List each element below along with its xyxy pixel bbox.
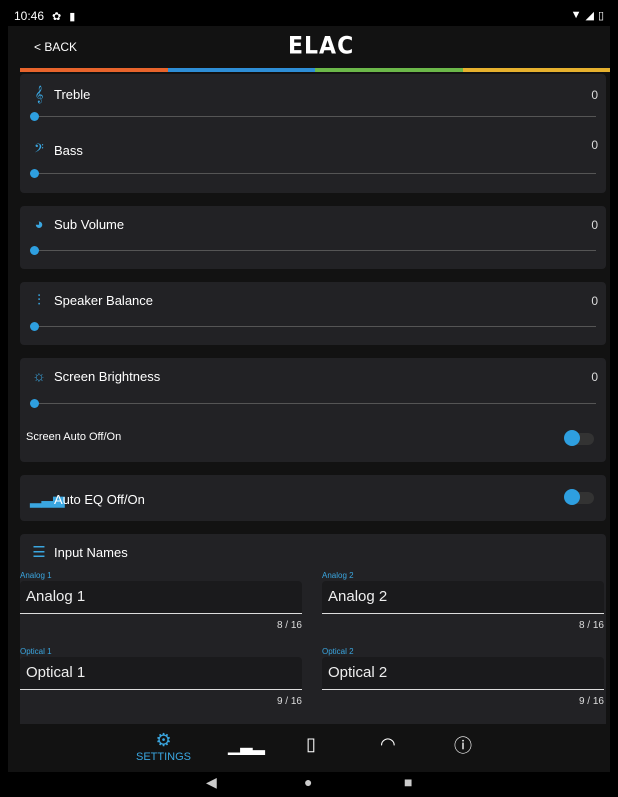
sub-volume-slider[interactable]	[30, 246, 596, 255]
screen-brightness-label: Screen Brightness	[54, 369, 161, 384]
stripe-blue	[167, 68, 315, 72]
settings-gear-icon: ⚙	[155, 730, 172, 750]
home-circle-icon[interactable]: ●	[304, 774, 312, 790]
screen-brightness-slider[interactable]	[30, 399, 596, 408]
speaker-balance-slider[interactable]	[30, 322, 596, 331]
input-field-analog-2: Analog 2 Analog 2 8 / 16	[322, 571, 604, 631]
status-bar: 10:46 ✿ ▮ ▼ ◢ ▯	[8, 6, 610, 26]
input-names-card: ☰ Input Names Analog 1 Analog 1 8 / 16 A…	[20, 534, 606, 724]
bass-slider[interactable]	[30, 169, 596, 178]
nav-settings-label: SETTINGS	[136, 751, 192, 763]
char-counter: 9 / 16	[276, 696, 302, 707]
recents-square-icon[interactable]: ■	[404, 774, 412, 790]
sub-volume-value: 0	[591, 218, 598, 232]
bass-value: 0	[591, 138, 598, 152]
sub-volume-card: ◕ Sub Volume 0	[20, 206, 606, 269]
text-input[interactable]: Analog 2	[322, 581, 604, 614]
treble-slider-thumb[interactable]	[30, 112, 39, 121]
treble-row: 𝄞 Treble	[30, 86, 91, 103]
color-stripe	[20, 68, 610, 72]
back-button[interactable]: < BACK	[34, 40, 77, 54]
app-bar: < BACK ELAC	[8, 26, 610, 68]
text-input[interactable]: Optical 1	[20, 657, 302, 690]
input-names-row: ☰ Input Names	[30, 543, 128, 561]
status-right-icons: ▼ ◢ ▯	[571, 9, 604, 22]
bass-slider-thumb[interactable]	[30, 169, 39, 178]
app-frame: 10:46 ✿ ▮ ▼ ◢ ▯ < BACK ELAC 𝄞 Treble 0 𝄢	[8, 6, 610, 794]
equalizer-icon: ▁▃▂	[228, 738, 265, 755]
char-counter: 8 / 16	[276, 620, 302, 631]
sub-volume-slider-thumb[interactable]	[30, 246, 39, 255]
stripe-green	[315, 68, 463, 72]
back-triangle-icon[interactable]: ◀	[206, 774, 217, 791]
field-label: Optical 2	[322, 647, 354, 656]
auto-eq-toggle-knob[interactable]	[564, 489, 580, 505]
equalizer-icon: ▂▃▅	[30, 491, 65, 508]
nav-wifi[interactable]: ◠	[380, 734, 396, 755]
bass-label: Bass	[54, 143, 83, 158]
input-names-title: Input Names	[54, 544, 128, 560]
tone-card: 𝄞 Treble 0 𝄢 Bass 0	[20, 74, 606, 193]
sub-volume-row: ◕ Sub Volume	[30, 216, 124, 233]
stripe-yellow	[462, 68, 610, 72]
settings-content[interactable]: 𝄞 Treble 0 𝄢 Bass 0 ◕ Sub Volume 0 ⫶ Spe…	[20, 74, 606, 724]
field-label: Analog 1	[20, 571, 52, 580]
signal-icon: ◢	[585, 10, 594, 22]
nav-equalizer[interactable]: ▁▃▂	[228, 736, 265, 756]
field-label: Analog 2	[322, 571, 354, 580]
speaker-balance-slider-thumb[interactable]	[30, 322, 39, 331]
input-field-optical-1: Optical 1 Optical 1 9 / 16	[20, 647, 302, 707]
settings-gear-icon: ✿	[52, 10, 62, 23]
screen-brightness-value: 0	[591, 370, 598, 384]
sun-icon: ☼	[32, 368, 46, 385]
auto-eq-label: Auto EQ Off/On	[54, 491, 145, 507]
wifi-icon: ▼	[570, 9, 582, 21]
screen-brightness-card: ☼ Screen Brightness 0 Screen Auto Off/On	[20, 358, 606, 462]
auto-eq-row: ▂▃▅ Auto EQ Off/On	[30, 490, 145, 508]
elac-logo: ELAC	[288, 32, 355, 61]
treble-clef-icon: 𝄞	[34, 86, 44, 103]
wifi-icon: ◠	[380, 734, 396, 754]
battery-icon: ▯	[597, 10, 604, 22]
bottom-navigation: ⚙ SETTINGS ▁▃▂ ▯ ◠ ⓘ	[8, 724, 610, 772]
auto-eq-card: ▂▃▅ Auto EQ Off/On	[20, 475, 606, 521]
screen-brightness-row: ☼ Screen Brightness	[30, 368, 160, 385]
info-icon: ⓘ	[454, 736, 472, 756]
screen-auto-toggle-knob[interactable]	[564, 430, 580, 446]
sd-card-icon: ▮	[69, 10, 76, 23]
speaker-balance-label: Speaker Balance	[54, 293, 154, 308]
char-counter: 9 / 16	[578, 696, 604, 707]
bass-row: 𝄢 Bass	[30, 142, 83, 159]
bass-clef-icon: 𝄢	[34, 142, 44, 159]
waveform-icon: ⫶	[37, 292, 41, 309]
nav-remote[interactable]: ▯	[306, 734, 316, 755]
text-input[interactable]: Optical 2	[322, 657, 604, 690]
list-icon: ☰	[32, 544, 46, 561]
stripe-orange	[20, 68, 168, 72]
status-time: 10:46	[14, 9, 45, 23]
screen-auto-label: Screen Auto Off/On	[26, 431, 122, 443]
input-field-analog-1: Analog 1 Analog 1 8 / 16	[20, 571, 302, 631]
speaker-balance-row: ⫶ Speaker Balance	[30, 292, 153, 309]
treble-value: 0	[591, 88, 598, 102]
speaker-balance-card: ⫶ Speaker Balance 0	[20, 282, 606, 345]
nav-settings[interactable]: ⚙ SETTINGS	[136, 730, 191, 763]
remote-icon: ▯	[306, 734, 316, 754]
input-field-optical-2: Optical 2 Optical 2 9 / 16	[322, 647, 604, 707]
treble-slider[interactable]	[30, 112, 596, 121]
volume-knob-icon: ◕	[34, 216, 44, 233]
treble-label: Treble	[54, 87, 91, 102]
nav-info[interactable]: ⓘ	[454, 732, 472, 758]
screen-auto-toggle[interactable]	[564, 430, 594, 446]
speaker-balance-value: 0	[591, 294, 598, 308]
text-input[interactable]: Analog 1	[20, 581, 302, 614]
screen-brightness-slider-thumb[interactable]	[30, 399, 39, 408]
system-navigation-bar: ◀ ● ■	[8, 772, 610, 794]
sub-volume-label: Sub Volume	[54, 217, 125, 232]
field-label: Optical 1	[20, 647, 52, 656]
char-counter: 8 / 16	[578, 620, 604, 631]
auto-eq-toggle[interactable]	[564, 489, 594, 505]
